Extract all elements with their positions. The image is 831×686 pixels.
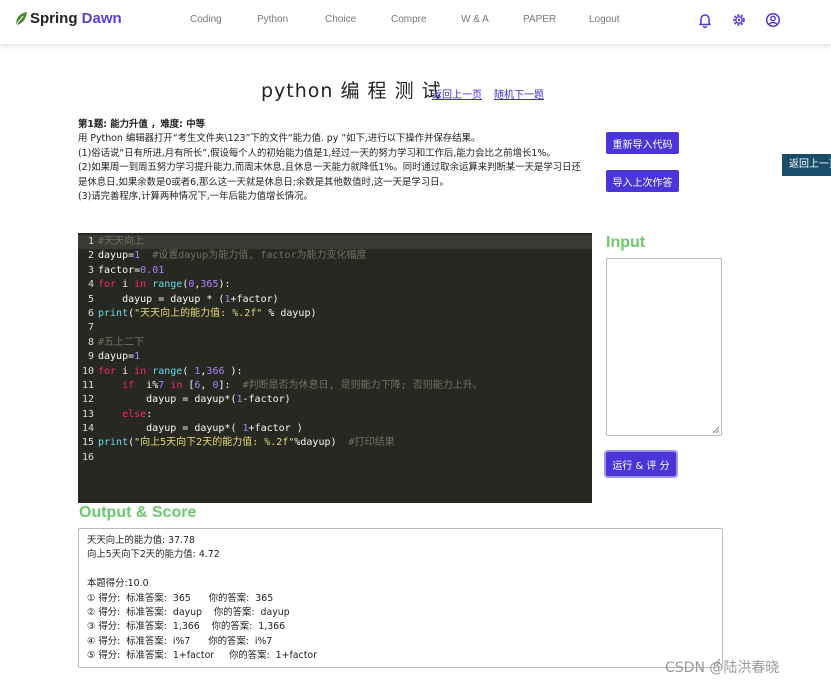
code-line: 11 if i%7 in [6, 0]: #判断是否为休息日, 是则能力下降; …: [81, 379, 483, 391]
output-line: 天天向上的能力值: 37.78: [87, 535, 195, 546]
brand-name: Spring Dawn: [30, 10, 122, 27]
output-line: ② 得分: 标准答案: dayup 你的答案: dayup: [87, 606, 290, 618]
code-line: 10 for i in range( 1,366 ):: [81, 365, 243, 377]
code-line: 4 for i in range(0,365):: [87, 279, 231, 291]
code-line: 5 dayup = dayup * (1+factor): [87, 293, 279, 305]
page-title-row: python 编 程 测 试 返回上一页 随机下一题: [0, 76, 831, 106]
code-line: 14 dayup = dayup*( 1+factor ): [81, 423, 303, 435]
problem-statement: 第1题: 能力升值 ，难度: 中等 用 Python 编辑器打开“考生文件夹\1…: [78, 118, 598, 204]
user-icon[interactable]: [765, 12, 781, 28]
problem-line: 用 Python 编辑器打开“考生文件夹\123”下的文件“能力值. py ”如…: [78, 133, 481, 145]
code-editor[interactable]: 1 #天天向上 2 dayup=1 #设置dayup为能力值, factor为能力变…: [78, 233, 592, 503]
code-line: 2 dayup=1 #设置dayup为能力值, factor为能力变化幅度: [87, 250, 367, 262]
nav-w-and-a[interactable]: W & A: [461, 14, 489, 25]
problem-line: 是休息日,如果余数是0或者6,那么这一天就是休息日;余数是其他数值时,这一天是学…: [78, 176, 449, 188]
code-line: 7: [87, 322, 94, 334]
random-next-link[interactable]: 随机下一题: [494, 86, 544, 101]
nav-python[interactable]: Python: [257, 14, 288, 25]
reload-code-button[interactable]: 重新导入代码: [606, 132, 679, 154]
watermark: CSDN @陆洪春晓: [665, 660, 780, 676]
problem-heading: 第1题: 能力升值 ，难度: 中等: [78, 119, 205, 130]
nav-logout[interactable]: Logout: [589, 14, 620, 25]
code-line: 12 dayup = dayup*(1-factor): [81, 394, 291, 406]
output-textarea[interactable]: 天天向上的能力值: 37.78 向上5天向下2天的能力值: 4.72 本题得分:…: [78, 528, 723, 668]
output-line: 向上5天向下2天的能力值: 4.72: [87, 549, 220, 561]
problem-line: (1)俗话说“日有所进,月有所长”,假设每个人的初始能力值是1,经过一天的努力学…: [78, 147, 556, 159]
leaf-icon: [15, 11, 27, 25]
side-back-button[interactable]: 返回上一页: [782, 154, 831, 176]
output-line: 本题得分:10.0: [87, 578, 149, 590]
output-line: ⑤ 得分: 标准答案: 1+factor 你的答案: 1+factor: [87, 650, 317, 662]
output-line: ③ 得分: 标准答案: 1,366 你的答案: 1,366: [87, 621, 286, 633]
output-line: ④ 得分: 标准答案: i%7 你的答案: i%7: [87, 635, 273, 647]
problem-line: (2)如果周一到周五努力学习提升能力,而周末休息,且休息一天能力就降低1%。同时…: [78, 162, 581, 174]
input-textarea[interactable]: [606, 258, 722, 436]
code-line: 8 #五上二下: [87, 336, 145, 348]
nav-coding[interactable]: Coding: [190, 14, 222, 25]
navbar: Spring Dawn Coding Python Choice Compre …: [0, 0, 831, 44]
nav-paper[interactable]: PAPER: [523, 14, 556, 25]
code-line: 16: [81, 451, 94, 463]
code-line: 13 else:: [81, 408, 153, 420]
problem-line: (3)请完善程序,计算两种情况下,一年后能力值增长情况。: [78, 191, 313, 203]
prev-page-link[interactable]: 返回上一页: [432, 86, 482, 101]
input-label: Input: [606, 234, 646, 251]
bell-icon[interactable]: [697, 12, 713, 28]
output-line: ① 得分: 标准答案: 365 你的答案: 365: [87, 592, 274, 604]
run-and-score-button[interactable]: 运行 & 评 分: [606, 452, 676, 476]
import-last-answer-button[interactable]: 导入上次作答: [606, 170, 679, 192]
nav-compre[interactable]: Compre: [391, 14, 427, 25]
nav-choice[interactable]: Choice: [325, 14, 356, 25]
page-title: python 编 程 测 试: [261, 80, 442, 102]
resize-handle-icon[interactable]: [712, 426, 719, 433]
gear-icon[interactable]: [731, 12, 747, 28]
code-line: 9 dayup=1: [87, 351, 141, 363]
code-line: 3 factor=0.01: [87, 264, 165, 276]
brand-logo[interactable]: Spring Dawn: [14, 10, 122, 27]
code-line: 6 print("天天向上的能力值: %.2f" % dayup): [87, 307, 317, 319]
code-line: 1 #天天向上: [78, 235, 592, 250]
output-label: Output & Score: [79, 504, 197, 521]
code-line: 15 print("向上5天向下2天的能力值: %.2f"%dayup) #打印结…: [81, 437, 395, 449]
